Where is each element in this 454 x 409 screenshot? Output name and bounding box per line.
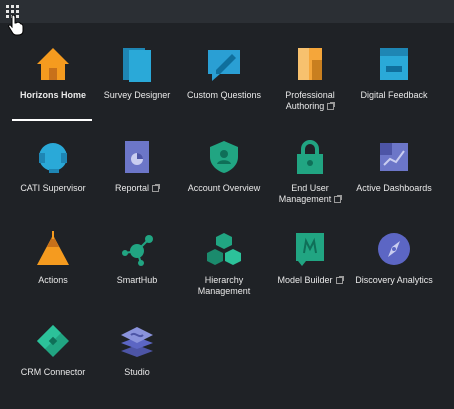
app-label: Active Dashboards xyxy=(356,183,432,193)
cati-supervisor-icon xyxy=(39,143,67,173)
external-link-icon xyxy=(152,184,161,192)
app-tile-reportal[interactable]: Reportal xyxy=(95,139,179,225)
app-label: Model Builder xyxy=(262,275,358,286)
app-tile-account-overview[interactable]: Account Overview xyxy=(182,139,266,225)
smarthub-icon xyxy=(122,235,153,266)
app-tile-actions[interactable]: Actions xyxy=(11,231,95,317)
app-label: CRM Connector xyxy=(20,367,86,377)
app-tile-smarthub[interactable]: SmartHub xyxy=(95,231,179,317)
end-user-management-icon xyxy=(297,140,323,174)
discovery-analytics-icon xyxy=(378,233,410,265)
app-tile-end-user-management[interactable]: End User Management xyxy=(268,139,352,225)
reportal-icon xyxy=(125,141,149,173)
survey-designer-icon xyxy=(123,48,151,82)
app-tile-active-dashboards[interactable]: Active Dashboards xyxy=(352,139,436,225)
active-dashboards-icon xyxy=(380,143,408,171)
external-link-icon xyxy=(327,102,336,110)
app-label: End User Management xyxy=(262,183,358,205)
app-tile-survey-designer[interactable]: Survey Designer xyxy=(95,46,179,132)
app-label: Actions xyxy=(38,275,68,285)
app-launcher-panel: Horizons Home Survey Designer Custom Que… xyxy=(0,23,454,401)
app-label: Hierarchy Management xyxy=(197,275,251,296)
app-tile-hierarchy-management[interactable]: Hierarchy Management xyxy=(182,231,266,317)
app-tile-professional-authoring[interactable]: Professional Authoring xyxy=(268,46,352,132)
custom-questions-icon xyxy=(208,50,240,81)
app-tile-digital-feedback[interactable]: Digital Feedback xyxy=(352,46,436,132)
home-icon xyxy=(37,48,69,80)
professional-authoring-icon xyxy=(298,48,322,80)
app-label: SmartHub xyxy=(116,275,158,285)
crm-connector-icon xyxy=(37,325,69,357)
app-label: CATI Supervisor xyxy=(20,183,86,193)
digital-feedback-icon xyxy=(380,48,408,80)
model-builder-icon xyxy=(296,233,324,266)
actions-icon xyxy=(37,231,69,265)
external-link-icon xyxy=(335,276,344,284)
app-label: Survey Designer xyxy=(103,90,171,100)
app-tile-crm-connector[interactable]: CRM Connector xyxy=(11,323,95,409)
app-tile-model-builder[interactable]: Model Builder xyxy=(268,231,352,317)
app-label: Discovery Analytics xyxy=(355,275,433,285)
hand-pointer-icon xyxy=(8,14,24,36)
app-label: Reportal xyxy=(89,183,185,194)
app-label: Professional Authoring xyxy=(285,90,336,111)
top-bar xyxy=(0,0,454,23)
active-indicator xyxy=(12,119,92,121)
app-label: Custom Questions xyxy=(186,90,262,100)
app-tile-custom-questions[interactable]: Custom Questions xyxy=(182,46,266,132)
app-label: Horizons Home xyxy=(19,90,86,100)
account-overview-icon xyxy=(210,141,238,173)
app-label: Account Overview xyxy=(187,183,261,193)
app-tile-discovery-analytics[interactable]: Discovery Analytics xyxy=(352,231,436,317)
studio-icon xyxy=(121,327,153,357)
app-label: Digital Feedback xyxy=(360,90,428,100)
external-link-icon xyxy=(334,195,343,203)
app-label: Studio xyxy=(124,367,150,377)
app-tile-studio[interactable]: Studio xyxy=(95,323,179,409)
hierarchy-management-icon xyxy=(207,233,241,265)
app-tile-cati-supervisor[interactable]: CATI Supervisor xyxy=(11,139,95,225)
